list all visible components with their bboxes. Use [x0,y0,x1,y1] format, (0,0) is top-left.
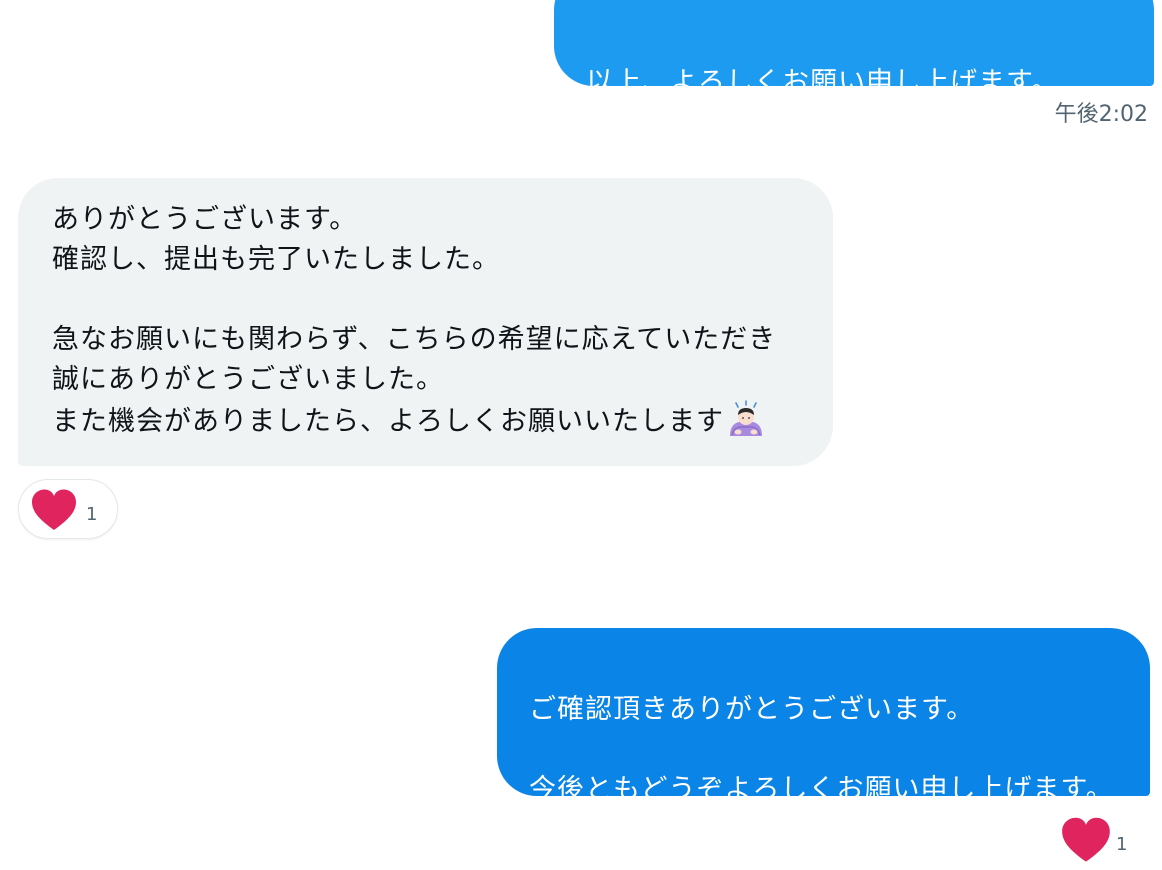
received-message-bubble[interactable]: ありがとうございます。 確認し、提出も完了いたしました。 急なお願いにも関わらず… [18,178,833,466]
heart-icon [32,489,76,530]
reaction-count: 1 [86,504,98,525]
heart-icon [1062,817,1110,862]
sent-message-bubble[interactable]: 以上、よろしくお願い申し上げます。 [554,0,1154,98]
message-text: ありがとうございます。 確認し、提出も完了いたしました。 急なお願いにも関わらず… [52,204,777,437]
message-text: ご確認頂きありがとうございます。 今後ともどうぞよろしくお願い申し上げます。 [529,694,1114,805]
sent-message-bubble[interactable]: ご確認頂きありがとうございます。 今後ともどうぞよろしくお願い申し上げます。 [497,628,1150,805]
reaction-badge[interactable]: 1 [18,479,118,539]
message-timestamp: 午後2:02 [1054,102,1148,127]
dm-conversation: 以上、よろしくお願い申し上げます。 午後2:02 ありがとうございます。 確認し… [0,0,1162,870]
person-bowing-emoji [730,400,762,436]
reaction-badge[interactable]: 1 [1058,812,1148,868]
reaction-count: 1 [1116,834,1128,855]
message-text: 以上、よろしくお願い申し上げます。 [586,67,1060,98]
